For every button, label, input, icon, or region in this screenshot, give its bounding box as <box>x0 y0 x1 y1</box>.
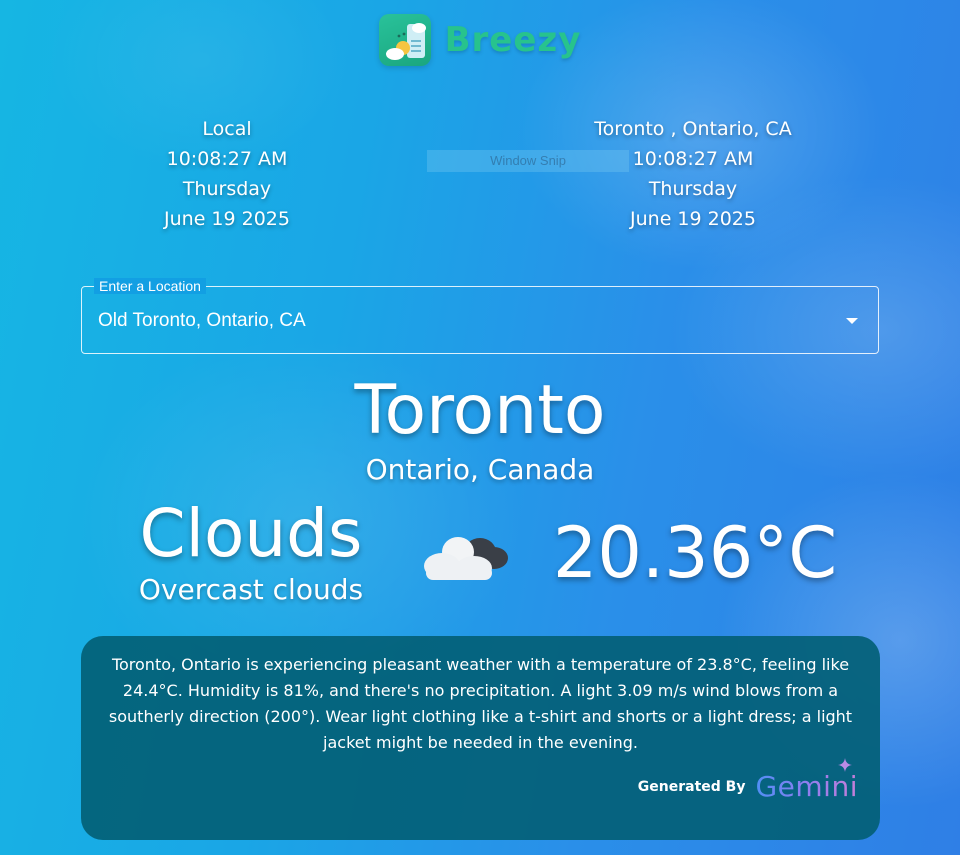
weather-description: Overcast clouds <box>138 573 364 606</box>
local-clock-weekday: Thursday <box>182 178 272 200</box>
location-clock-weekday: Thursday <box>648 178 738 200</box>
overcast-clouds-icon <box>418 522 510 586</box>
sparkle-icon <box>838 758 852 772</box>
location-select-value[interactable]: Old Toronto, Ontario, CA <box>98 309 798 333</box>
location-clock-time: 10:08:27 AM <box>632 148 754 170</box>
app-title: Breezy <box>444 20 582 60</box>
local-clock-date: June 19 2025 <box>164 208 290 230</box>
location-select-label: Enter a Location <box>94 278 206 294</box>
caret-down-icon[interactable] <box>846 318 858 324</box>
city-name: Toronto <box>354 371 606 450</box>
weather-condition: Clouds <box>139 495 363 572</box>
temperature: 20.36°C <box>552 512 838 594</box>
gemini-logo-text: Gemini <box>755 770 858 803</box>
local-clock: Local 10:08:27 AM Thursday June 19 2025 <box>77 114 377 234</box>
location-select[interactable]: Enter a Location Old Toronto, Ontario, C… <box>81 278 879 354</box>
app-header: Breezy <box>0 14 960 66</box>
generated-by-label: Generated By <box>637 779 746 795</box>
region-name: Ontario, Canada <box>365 453 595 486</box>
weather-summary-card: Toronto, Ontario is experiencing pleasan… <box>81 636 880 840</box>
location-clock: Toronto , Ontario, CA 10:08:27 AM Thursd… <box>543 114 843 234</box>
weather-summary-text: Toronto, Ontario is experiencing pleasan… <box>108 655 853 752</box>
local-clock-label: Local <box>202 118 252 140</box>
location-clock-label: Toronto , Ontario, CA <box>594 118 792 140</box>
generated-by: Generated By Gemini <box>637 758 858 804</box>
weather-app-logo-icon[interactable] <box>378 14 431 66</box>
local-clock-time: 10:08:27 AM <box>166 148 288 170</box>
location-clock-date: June 19 2025 <box>630 208 756 230</box>
gemini-logo: Gemini <box>755 758 858 804</box>
